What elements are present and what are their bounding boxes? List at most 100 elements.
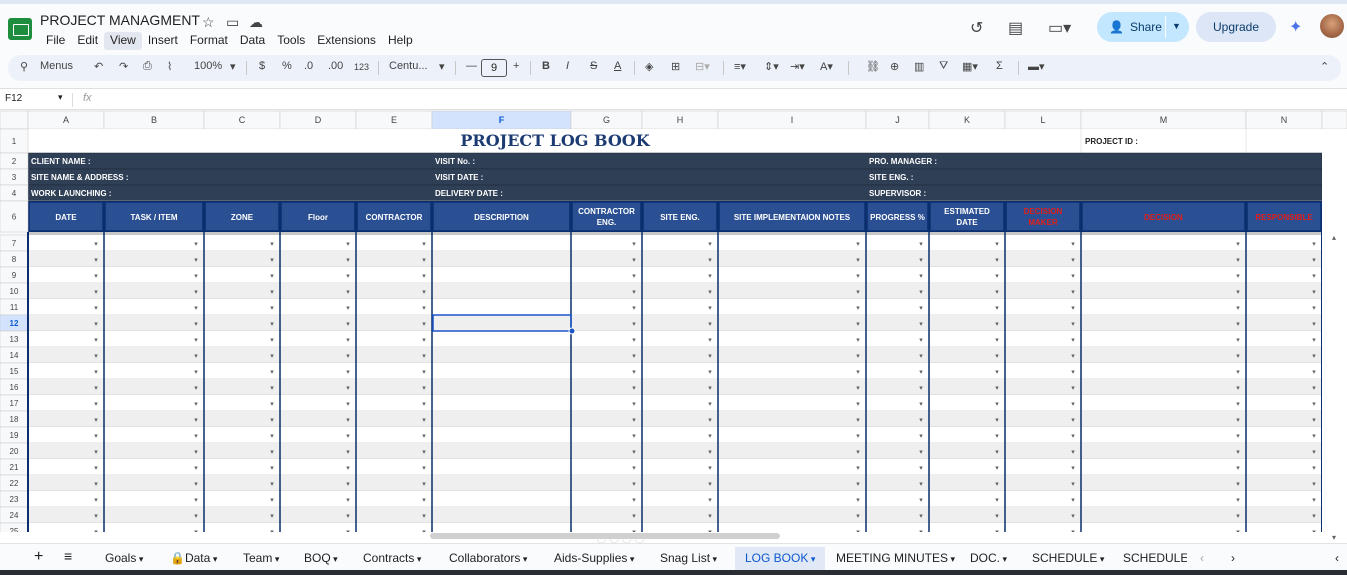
dropdown-chevron-icon[interactable]: ▾ [94,496,98,504]
tab-menu-icon[interactable]: ▾ [520,554,528,564]
dropdown-chevron-icon[interactable]: ▾ [194,320,198,328]
tab-menu-icon[interactable]: ▾ [136,554,144,564]
table-row[interactable] [28,283,1322,299]
dropdown-chevron-icon[interactable]: ▾ [270,384,274,392]
dropdown-chevron-icon[interactable]: ▾ [995,288,999,296]
tabs-scroll-right-icon[interactable]: › [1231,551,1235,565]
dropdown-chevron-icon[interactable]: ▾ [856,368,860,376]
dropdown-chevron-icon[interactable]: ▾ [632,384,636,392]
dropdown-chevron-icon[interactable]: ▾ [194,256,198,264]
dropdown-chevron-icon[interactable]: ▾ [919,240,923,248]
tab-menu-icon[interactable]: ▾ [272,554,280,564]
dropdown-chevron-icon[interactable]: ▾ [194,400,198,408]
dropdown-chevron-icon[interactable]: ▾ [856,384,860,392]
dropdown-chevron-icon[interactable]: ▾ [1312,464,1316,472]
dropdown-chevron-icon[interactable]: ▾ [270,416,274,424]
table-row[interactable] [28,331,1322,347]
dropdown-chevron-icon[interactable]: ▾ [346,400,350,408]
dropdown-chevron-icon[interactable]: ▾ [194,432,198,440]
dropdown-chevron-icon[interactable]: ▾ [632,240,636,248]
dropdown-chevron-icon[interactable]: ▾ [1071,464,1075,472]
table-row[interactable] [28,395,1322,411]
dropdown-chevron-icon[interactable]: ▾ [856,400,860,408]
dropdown-chevron-icon[interactable]: ▾ [919,432,923,440]
dropdown-chevron-icon[interactable]: ▾ [919,496,923,504]
dropdown-chevron-icon[interactable]: ▾ [708,448,712,456]
dropdown-chevron-icon[interactable]: ▾ [995,416,999,424]
dropdown-chevron-icon[interactable]: ▾ [856,256,860,264]
dropdown-chevron-icon[interactable]: ▾ [632,496,636,504]
dropdown-chevron-icon[interactable]: ▾ [194,304,198,312]
dropdown-chevron-icon[interactable]: ▾ [422,416,426,424]
sheet-tab-aids-supplies[interactable]: Aids-Supplies ▾ [554,551,634,565]
sheet-tab-schedule[interactable]: SCHEDULE ▾ [1032,551,1104,565]
dropdown-chevron-icon[interactable]: ▾ [346,304,350,312]
dropdown-chevron-icon[interactable]: ▾ [995,400,999,408]
dropdown-chevron-icon[interactable]: ▾ [94,304,98,312]
dropdown-chevron-icon[interactable]: ▾ [1236,400,1240,408]
dropdown-chevron-icon[interactable]: ▾ [94,480,98,488]
dropdown-chevron-icon[interactable]: ▾ [708,352,712,360]
dropdown-chevron-icon[interactable]: ▾ [995,256,999,264]
dropdown-chevron-icon[interactable]: ▾ [995,240,999,248]
dropdown-chevron-icon[interactable]: ▾ [856,320,860,328]
dropdown-chevron-icon[interactable]: ▾ [1236,256,1240,264]
dropdown-chevron-icon[interactable]: ▾ [270,256,274,264]
dropdown-chevron-icon[interactable]: ▾ [856,448,860,456]
dropdown-chevron-icon[interactable]: ▾ [632,272,636,280]
dropdown-chevron-icon[interactable]: ▾ [94,512,98,520]
scroll-up-icon[interactable]: ▴ [1332,233,1336,242]
dropdown-chevron-icon[interactable]: ▾ [94,320,98,328]
dropdown-chevron-icon[interactable]: ▾ [708,496,712,504]
dropdown-chevron-icon[interactable]: ▾ [995,512,999,520]
dropdown-chevron-icon[interactable]: ▾ [346,336,350,344]
dropdown-chevron-icon[interactable]: ▾ [346,288,350,296]
dropdown-chevron-icon[interactable]: ▾ [919,384,923,392]
tabs-scroll-left-icon[interactable]: ‹ [1200,551,1204,565]
table-row[interactable] [28,491,1322,507]
dropdown-chevron-icon[interactable]: ▾ [194,336,198,344]
dropdown-chevron-icon[interactable]: ▾ [1312,368,1316,376]
sheet-tab-doc-[interactable]: DOC. ▾ [970,551,1007,565]
dropdown-chevron-icon[interactable]: ▾ [422,256,426,264]
sheet-tab-goals[interactable]: Goals ▾ [105,551,143,565]
tab-menu-icon[interactable]: ▾ [331,554,338,564]
dropdown-chevron-icon[interactable]: ▾ [346,384,350,392]
dropdown-chevron-icon[interactable]: ▾ [1312,272,1316,280]
dropdown-chevron-icon[interactable]: ▾ [708,416,712,424]
dropdown-chevron-icon[interactable]: ▾ [94,288,98,296]
dropdown-chevron-icon[interactable]: ▾ [1071,320,1075,328]
dropdown-chevron-icon[interactable]: ▾ [1312,448,1316,456]
dropdown-chevron-icon[interactable]: ▾ [919,272,923,280]
table-row[interactable] [28,507,1322,523]
dropdown-chevron-icon[interactable]: ▾ [1312,320,1316,328]
dropdown-chevron-icon[interactable]: ▾ [94,352,98,360]
dropdown-chevron-icon[interactable]: ▾ [94,432,98,440]
dropdown-chevron-icon[interactable]: ▾ [194,448,198,456]
dropdown-chevron-icon[interactable]: ▾ [1312,240,1316,248]
dropdown-chevron-icon[interactable]: ▾ [194,240,198,248]
dropdown-chevron-icon[interactable]: ▾ [94,256,98,264]
dropdown-chevron-icon[interactable]: ▾ [194,288,198,296]
dropdown-chevron-icon[interactable]: ▾ [1071,368,1075,376]
dropdown-chevron-icon[interactable]: ▾ [919,288,923,296]
dropdown-chevron-icon[interactable]: ▾ [422,304,426,312]
dropdown-chevron-icon[interactable]: ▾ [270,240,274,248]
dropdown-chevron-icon[interactable]: ▾ [94,272,98,280]
dropdown-chevron-icon[interactable]: ▾ [422,288,426,296]
fill-handle[interactable] [568,327,576,335]
dropdown-chevron-icon[interactable]: ▾ [1312,352,1316,360]
sheet-tab-contracts[interactable]: Contracts ▾ [363,551,421,565]
table-row[interactable] [28,251,1322,267]
dropdown-chevron-icon[interactable]: ▾ [270,288,274,296]
dropdown-chevron-icon[interactable]: ▾ [94,240,98,248]
dropdown-chevron-icon[interactable]: ▾ [270,480,274,488]
dropdown-chevron-icon[interactable]: ▾ [632,368,636,376]
dropdown-chevron-icon[interactable]: ▾ [346,416,350,424]
dropdown-chevron-icon[interactable]: ▾ [632,304,636,312]
dropdown-chevron-icon[interactable]: ▾ [1312,256,1316,264]
dropdown-chevron-icon[interactable]: ▾ [194,480,198,488]
dropdown-chevron-icon[interactable]: ▾ [94,336,98,344]
dropdown-chevron-icon[interactable]: ▾ [1071,496,1075,504]
dropdown-chevron-icon[interactable]: ▾ [856,304,860,312]
